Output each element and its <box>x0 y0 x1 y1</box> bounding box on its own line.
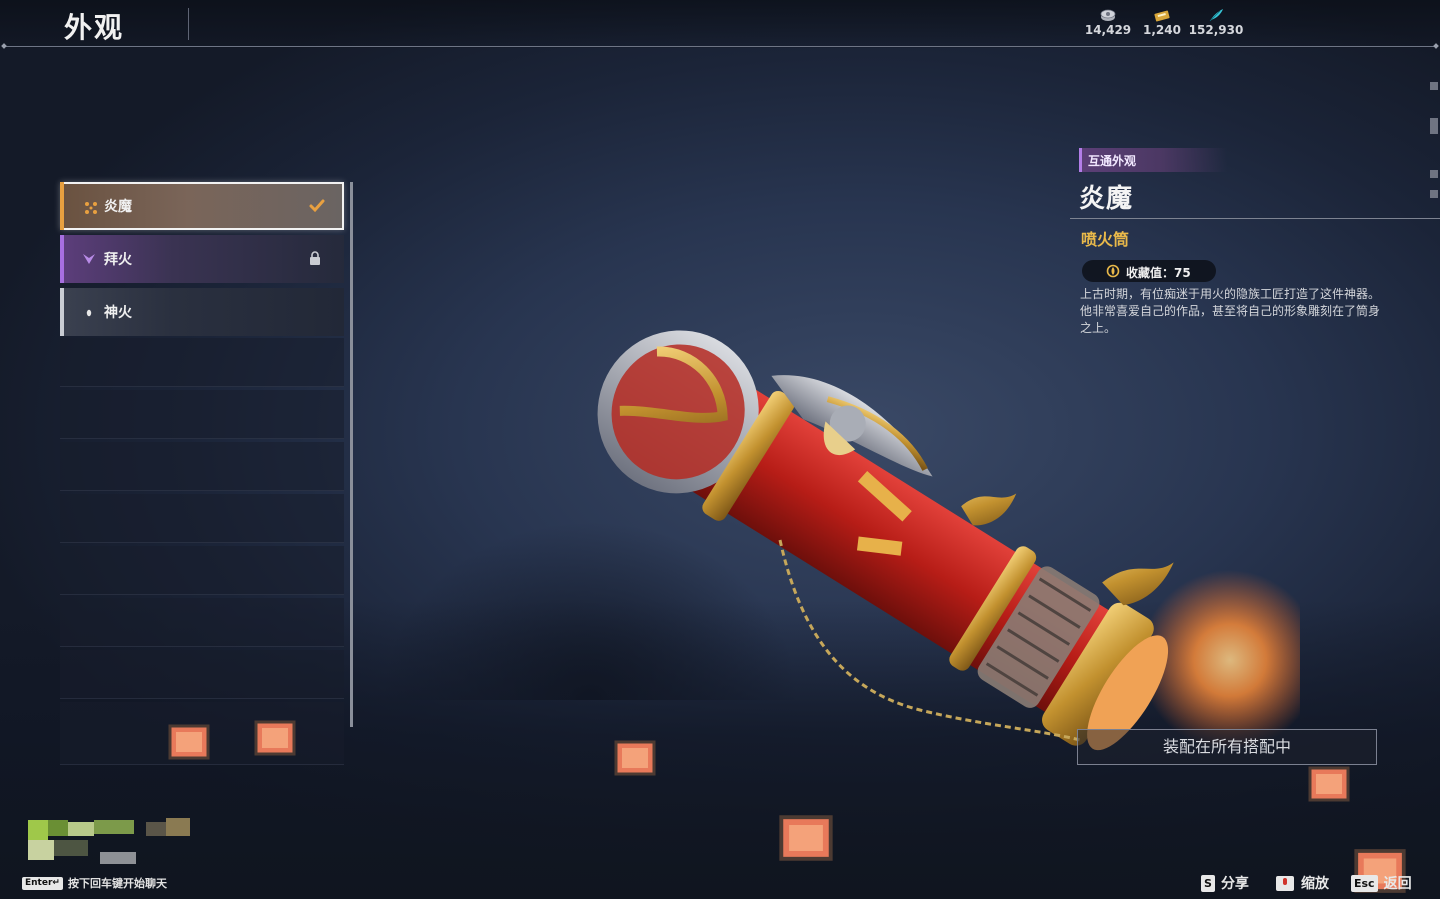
share-action[interactable]: S 分享 <box>1201 873 1249 893</box>
empty-slot <box>60 546 344 595</box>
pixelated-name <box>48 820 68 836</box>
back-label: 返回 <box>1383 876 1412 892</box>
empty-slot <box>60 390 344 439</box>
s-key-icon: S <box>1201 874 1215 892</box>
collection-icon <box>1106 264 1120 278</box>
lock-icon <box>310 251 320 265</box>
appearance-screen: 外观 14,429 1,240 152,930 炎魔 拜火 神火 互通外观 炎魔… <box>0 0 1440 899</box>
rarity-bar <box>60 288 64 336</box>
chat-hint[interactable]: Enter↵ 按下回车键开始聊天 <box>22 875 167 891</box>
skin-item-label: 拜火 <box>104 252 132 268</box>
currency-coins-value: 14,429 <box>1084 23 1132 37</box>
weapon-type: 喷火筒 <box>1081 230 1130 249</box>
pixelated-name <box>28 840 54 860</box>
check-icon <box>309 199 325 213</box>
collection-value-text: 收藏值：75 <box>1126 266 1191 280</box>
skin-description: 上古时期，有位痴迷于用火的隐族工匠打造了这件神器。他非常喜爱自己的作品，甚至将自… <box>1080 287 1381 335</box>
rarity-white-icon <box>86 309 92 317</box>
empty-slot <box>60 494 344 543</box>
currency-feathers-value: 152,930 <box>1188 23 1244 37</box>
share-label: 分享 <box>1220 876 1249 892</box>
lantern-decoration <box>168 724 210 760</box>
esc-key-icon: Esc <box>1351 874 1378 892</box>
top-divider <box>4 46 1436 47</box>
edge-marker <box>1430 190 1438 198</box>
page-title: 外观 <box>64 11 125 44</box>
skin-list: 炎魔 拜火 神火 <box>60 180 348 766</box>
zoom-label: 缩放 <box>1301 876 1329 892</box>
rarity-orange-icon <box>85 202 97 214</box>
skin-item-label: 神火 <box>104 305 132 321</box>
lantern-decoration <box>779 815 833 861</box>
pixelated-name <box>100 852 136 864</box>
equip-all-loadouts-button[interactable]: 装配在所有搭配中 <box>1077 729 1377 765</box>
skin-item-baihuo[interactable]: 拜火 <box>60 235 344 283</box>
enter-key-icon: Enter↵ <box>22 876 63 890</box>
pixelated-name <box>54 840 88 856</box>
ticket-icon <box>1154 10 1170 22</box>
empty-slot <box>60 338 344 387</box>
currency-tickets-value: 1,240 <box>1143 23 1181 37</box>
back-action[interactable]: Esc 返回 <box>1351 873 1412 893</box>
pixelated-name <box>94 820 134 834</box>
currency-feathers: 152,930 <box>1186 8 1246 37</box>
crossplay-tag: 互通外观 <box>1079 148 1227 172</box>
rarity-bar <box>60 182 64 230</box>
mouse-scroll-icon <box>1276 875 1294 891</box>
empty-slot <box>60 598 344 647</box>
name-divider <box>1070 218 1440 219</box>
edge-marker <box>1430 118 1438 134</box>
empty-slot <box>60 442 344 491</box>
edge-marker <box>1430 82 1438 90</box>
skin-item-label: 炎魔 <box>104 199 132 215</box>
chat-hint-label: 按下回车键开始聊天 <box>67 877 167 890</box>
currency-tickets: 1,240 <box>1132 8 1192 37</box>
coin-stack-icon <box>1100 9 1116 21</box>
collection-value-badge: 收藏值：75 <box>1082 260 1216 282</box>
empty-slot <box>60 650 344 699</box>
list-scrollbar[interactable] <box>350 182 353 727</box>
rarity-purple-icon <box>83 254 95 264</box>
pixelated-name <box>146 822 166 836</box>
edge-marker <box>1430 170 1438 178</box>
lantern-decoration <box>254 720 296 756</box>
pixelated-name <box>68 822 94 836</box>
lantern-decoration <box>1308 766 1350 802</box>
currency-coins: 14,429 <box>1078 8 1138 37</box>
title-separator <box>188 8 189 40</box>
crossplay-tag-label: 互通外观 <box>1088 154 1137 168</box>
pixelated-name <box>28 820 48 840</box>
skin-item-shenhuo[interactable]: 神火 <box>60 288 344 336</box>
rarity-bar <box>60 235 64 283</box>
feather-icon <box>1209 9 1223 22</box>
flamethrower-model[interactable] <box>540 300 1300 780</box>
lantern-decoration <box>614 740 656 776</box>
skin-name: 炎魔 <box>1079 184 1134 214</box>
zoom-action[interactable]: 缩放 <box>1275 873 1329 893</box>
skin-item-yanmo[interactable]: 炎魔 <box>60 182 344 230</box>
pixelated-name <box>166 818 190 836</box>
